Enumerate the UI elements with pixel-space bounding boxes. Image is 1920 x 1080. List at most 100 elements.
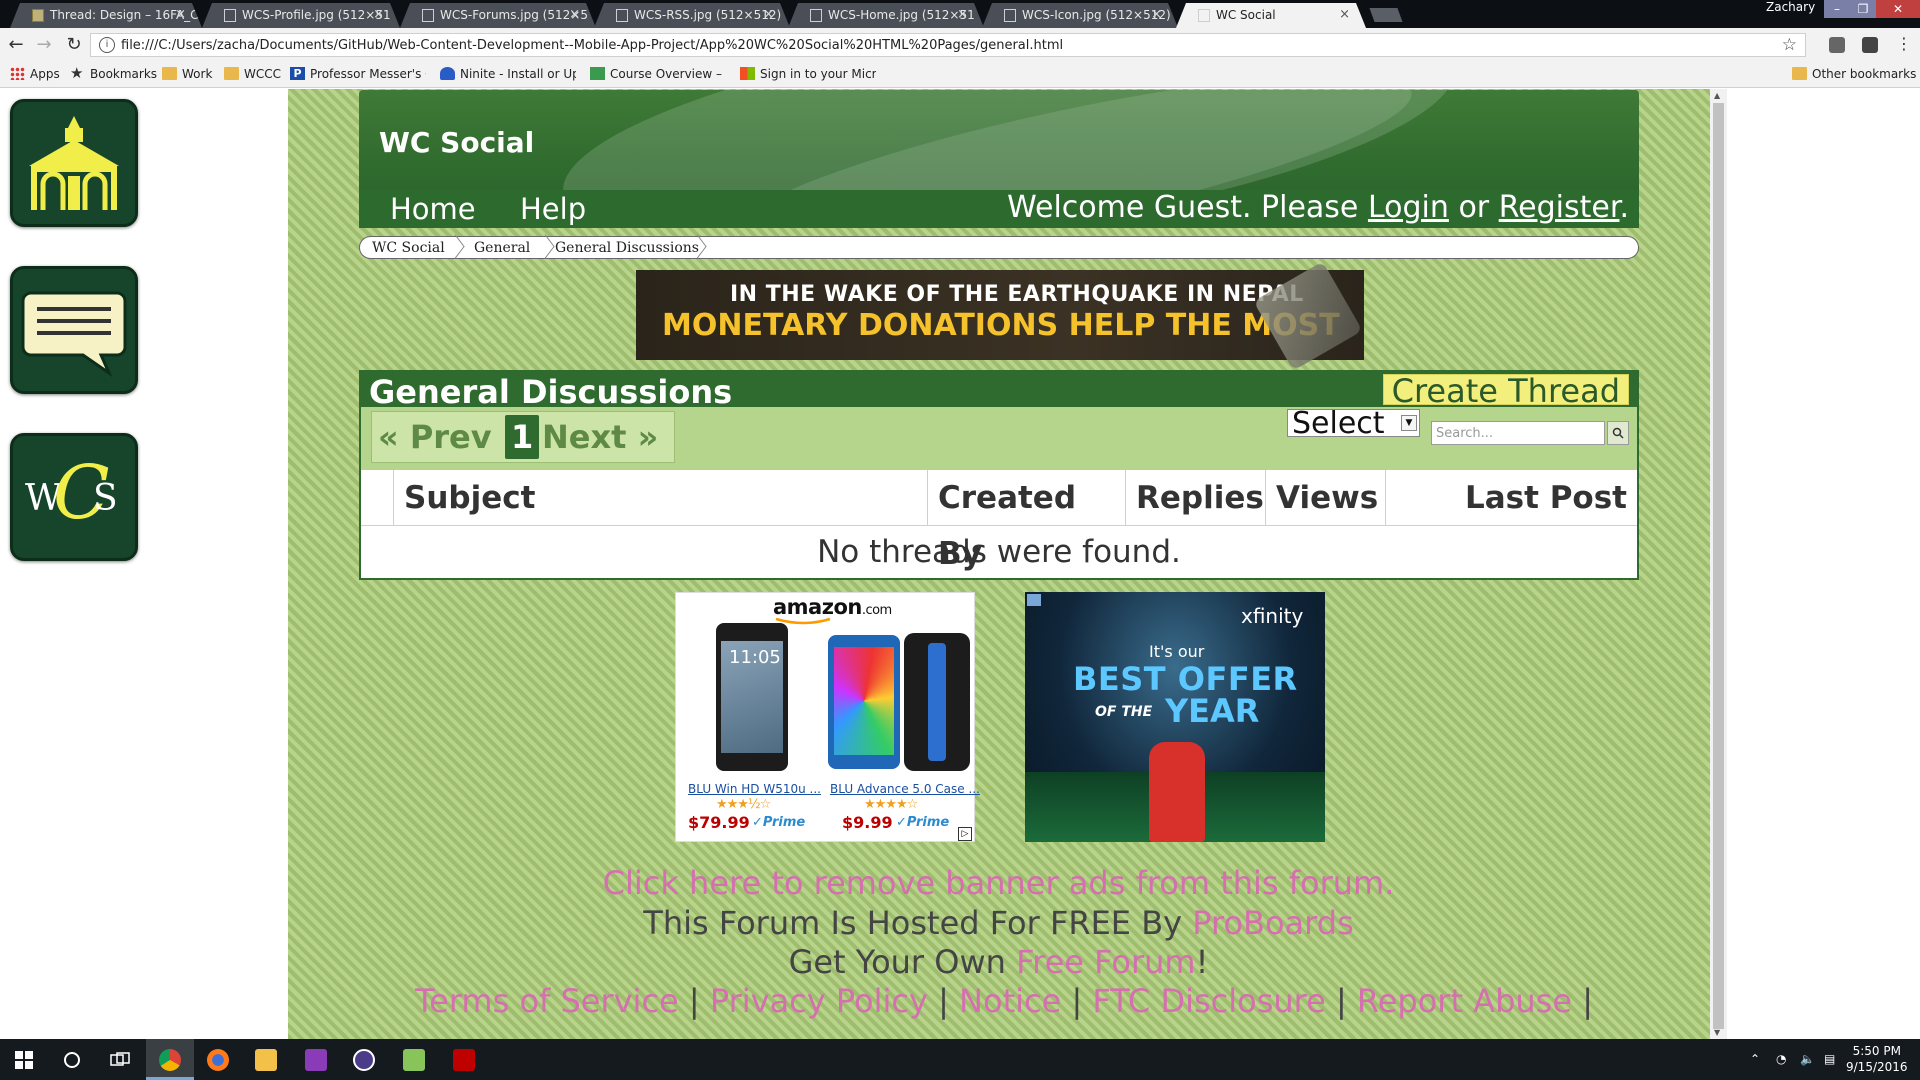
scroll-up-icon[interactable]: ▲	[1714, 91, 1720, 100]
wcs-logo-icon[interactable]: W C S	[10, 433, 138, 561]
nav-home-link[interactable]: Home	[390, 192, 476, 226]
scroll-down-icon[interactable]: ▼	[1714, 1028, 1720, 1037]
maximize-button[interactable]: ❐	[1850, 0, 1876, 18]
file-explorer-icon[interactable]	[242, 1039, 290, 1080]
bookmark-course-overview[interactable]: Course Overview – Go	[590, 67, 726, 81]
login-link[interactable]: Login	[1368, 190, 1449, 225]
breadcrumb-item[interactable]: General Discussions	[555, 240, 699, 256]
chrome-icon[interactable]	[146, 1039, 194, 1080]
page-icon	[1004, 9, 1016, 22]
column-replies[interactable]: Replies	[1125, 470, 1265, 526]
column-subject[interactable]: Subject	[393, 470, 933, 526]
thread-filter-select[interactable]: Select ▼	[1287, 409, 1420, 439]
free-forum-link[interactable]: Free Forum	[1016, 943, 1196, 981]
notice-link[interactable]: Notice	[959, 982, 1061, 1020]
proboards-link[interactable]: ProBoards	[1192, 904, 1353, 942]
cortana-icon[interactable]	[48, 1039, 96, 1080]
browser-tab[interactable]: WCS-Profile.jpg (512×51 ×	[202, 3, 400, 28]
bookmarks-bar: Apps ★ Bookmarks Work WCCC P Professor Mes…	[0, 62, 1920, 88]
other-bookmarks[interactable]: Other bookmarks	[1792, 67, 1916, 81]
column-created-by[interactable]: Created By	[927, 470, 1125, 572]
onenote-icon[interactable]	[292, 1039, 340, 1080]
adchoices-icon[interactable]	[1027, 594, 1041, 606]
close-icon[interactable]: ×	[569, 7, 580, 22]
bookmark-wccc[interactable]: WCCC	[224, 67, 281, 81]
volume-icon[interactable]: 🔈	[1800, 1039, 1815, 1080]
current-page[interactable]: 1	[505, 415, 540, 459]
forward-arrow-icon[interactable]: →	[32, 34, 56, 55]
close-icon[interactable]: ×	[957, 7, 968, 22]
forum-icon	[32, 9, 44, 22]
breadcrumb-item[interactable]: WC Social	[372, 240, 445, 256]
remove-ads-link[interactable]: Click here to remove banner ads from thi…	[0, 864, 1920, 902]
bookmark-star-icon[interactable]: ☆	[1782, 35, 1797, 55]
extension-icon[interactable]	[1862, 37, 1878, 53]
reload-icon[interactable]: ↻	[62, 34, 86, 55]
next-page-button[interactable]: Next »	[536, 412, 664, 462]
info-icon[interactable]: i	[99, 37, 115, 53]
column-last-post[interactable]: Last Post	[1385, 470, 1637, 526]
xfinity-ad[interactable]: xfinity It's our BEST OFFER OF THE YEAR	[1025, 592, 1325, 842]
column-views[interactable]: Views	[1265, 470, 1385, 526]
product-link[interactable]: BLU Advance 5.0 Case ...	[830, 782, 980, 796]
page-icon	[422, 9, 434, 22]
network-icon[interactable]: ◔	[1776, 1039, 1786, 1080]
bookmark-professor-messer[interactable]: P Professor Messer's Co	[290, 67, 426, 81]
register-link[interactable]: Register	[1499, 190, 1620, 225]
chevron-up-icon[interactable]: ⌃	[1750, 1039, 1760, 1080]
bookmark-microsoft[interactable]: Sign in to your Micro	[740, 67, 876, 81]
chat-bubble-icon[interactable]	[10, 266, 138, 394]
close-icon[interactable]: ×	[1151, 7, 1162, 22]
notepad-icon[interactable]	[390, 1039, 438, 1080]
address-bar[interactable]: i file:///C:/Users/zacha/Documents/GitHu…	[90, 33, 1806, 57]
browser-tab[interactable]: Thread: Design – 16FA_C ×	[10, 3, 202, 28]
privacy-link[interactable]: Privacy Policy	[710, 982, 928, 1020]
report-abuse-link[interactable]: Report Abuse	[1357, 982, 1572, 1020]
start-icon[interactable]	[0, 1039, 48, 1080]
extension-icon[interactable]	[1829, 37, 1845, 53]
app-icon[interactable]	[340, 1039, 388, 1080]
home-gazebo-icon[interactable]	[10, 99, 138, 227]
terms-link[interactable]: Terms of Service	[415, 982, 679, 1020]
adchoices-icon[interactable]: ▷	[958, 827, 972, 841]
filezilla-icon[interactable]	[440, 1039, 488, 1080]
browser-tab-active[interactable]: WC Social ×	[1176, 3, 1366, 28]
firefox-icon[interactable]	[194, 1039, 242, 1080]
browser-tab[interactable]: WCS-RSS.jpg (512×512) ×	[594, 3, 790, 28]
close-window-button[interactable]: ✕	[1876, 0, 1920, 18]
create-thread-button[interactable]: Create Thread	[1382, 374, 1629, 407]
search-icon[interactable]	[1607, 421, 1629, 445]
browser-tab[interactable]: WCS-Icon.jpg (512×512) ×	[982, 3, 1178, 28]
bookmark-label: Bookmarks	[90, 67, 158, 81]
page-scrollbar[interactable]: ▲ ▼	[1710, 89, 1727, 1039]
close-icon[interactable]: ×	[373, 7, 384, 22]
new-tab-button[interactable]	[1369, 8, 1403, 22]
scrollbar-thumb[interactable]	[1713, 103, 1724, 1029]
breadcrumb-item[interactable]: General	[474, 240, 530, 256]
amazon-ad[interactable]: amazon.com 11:05 BLU Win HD W510u ... ★★…	[675, 592, 980, 842]
breadcrumb: WC Social General General Discussions	[359, 236, 1639, 259]
product-link[interactable]: BLU Win HD W510u ...	[688, 782, 821, 796]
bookmark-bookmarks[interactable]: ★ Bookmarks	[70, 64, 158, 82]
browser-tab[interactable]: WCS-Forums.jpg (512×5 ×	[400, 3, 596, 28]
site-title[interactable]: WC Social	[379, 126, 534, 159]
nav-help-link[interactable]: Help	[520, 192, 586, 226]
back-arrow-icon[interactable]: ←	[4, 34, 28, 55]
bookmark-work[interactable]: Work	[162, 67, 212, 81]
minimize-button[interactable]: –	[1824, 0, 1850, 18]
notification-icon[interactable]: ▤	[1824, 1039, 1835, 1080]
banner-ad[interactable]: IN THE WAKE OF THE EARTHQUAKE IN NEPAL M…	[636, 261, 1364, 371]
profile-name[interactable]: Zachary	[1766, 0, 1815, 14]
task-view-icon[interactable]	[96, 1039, 144, 1080]
close-icon[interactable]: ×	[1339, 7, 1350, 22]
close-icon[interactable]: ×	[763, 7, 774, 22]
bookmark-apps[interactable]: Apps	[10, 67, 60, 81]
bookmark-ninite[interactable]: Ninite - Install or Upd	[440, 67, 576, 81]
browser-tab[interactable]: WCS-Home.jpg (512×51 ×	[788, 3, 984, 28]
ftc-disclosure-link[interactable]: FTC Disclosure	[1092, 982, 1325, 1020]
close-icon[interactable]: ×	[175, 7, 186, 22]
search-input[interactable]: Search...	[1431, 421, 1605, 445]
system-clock[interactable]: 5:50 PM 9/15/2016	[1846, 1043, 1908, 1075]
menu-icon[interactable]: ⋮	[1892, 34, 1916, 53]
prev-page-button[interactable]: « Prev	[372, 412, 498, 462]
